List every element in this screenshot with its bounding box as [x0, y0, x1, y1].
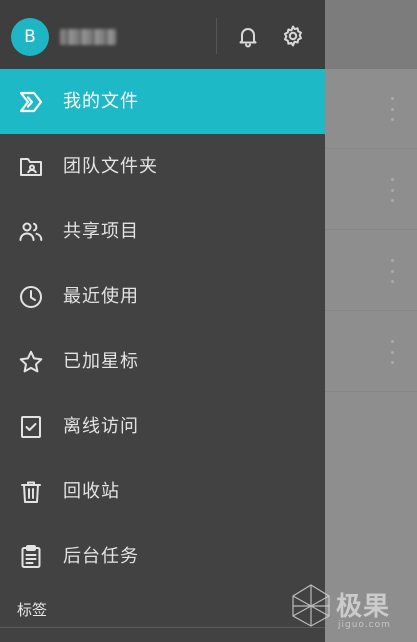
watermark-logo: 极果 jiguo.com — [288, 582, 408, 634]
watermark-subtext: jiguo.com — [338, 620, 391, 630]
settings-button[interactable] — [281, 24, 305, 48]
nav-item-label: 离线访问 — [63, 416, 139, 437]
row-more-icon[interactable] — [389, 259, 395, 283]
nav-item-label: 后台任务 — [63, 546, 139, 567]
notifications-button[interactable] — [236, 24, 260, 48]
header-divider — [216, 18, 217, 54]
watermark-text: 极果 — [336, 592, 391, 622]
row-more-icon[interactable] — [389, 97, 395, 121]
nav-item-label: 回收站 — [63, 481, 120, 502]
nav-item-starred[interactable]: 已加星标 — [0, 329, 325, 394]
background-list-row[interactable] — [325, 150, 417, 230]
nav-item-team-folder[interactable]: 团队文件夹 — [0, 134, 325, 199]
row-more-icon[interactable] — [389, 340, 395, 364]
nav-item-label: 最近使用 — [63, 286, 139, 307]
trash-icon — [21, 481, 41, 503]
bell-icon — [239, 28, 257, 48]
nav-item-offline[interactable]: 离线访问 — [0, 394, 325, 459]
team-folder-icon — [20, 158, 42, 176]
nav-item-label: 我的文件 — [63, 91, 139, 112]
nav-item-recent[interactable]: 最近使用 — [0, 264, 325, 329]
nav-item-shared[interactable]: 共享项目 — [0, 199, 325, 264]
my-files-icon — [19, 91, 43, 113]
background-toolbar — [325, 0, 417, 69]
nav-item-background-tasks[interactable]: 后台任务 — [0, 524, 325, 589]
navigation-drawer: B 我的文件 团队文件夹 共享项目 最近使用 已加星标 离线访问 回收站 后台任… — [0, 0, 325, 642]
row-more-icon[interactable] — [389, 178, 395, 202]
nav-item-label: 团队文件夹 — [63, 156, 158, 177]
divider — [0, 627, 325, 628]
nav-item-my-files[interactable]: 我的文件 — [0, 69, 325, 134]
tags-section-heading: 标签 — [17, 601, 48, 619]
star-icon — [19, 350, 43, 373]
account-name-blurred[interactable] — [60, 29, 116, 45]
clock-icon — [20, 286, 42, 308]
nav-item-label: 已加星标 — [63, 351, 139, 372]
offline-checklist-icon — [21, 416, 41, 438]
background-list-row[interactable] — [325, 231, 417, 311]
avatar[interactable]: B — [11, 18, 49, 56]
drawer-header: B — [0, 0, 325, 69]
watermark-icon — [292, 584, 330, 627]
gear-icon — [284, 25, 302, 47]
nav-item-trash[interactable]: 回收站 — [0, 459, 325, 524]
shared-people-icon — [19, 222, 43, 241]
nav-item-label: 共享项目 — [63, 221, 139, 242]
clipboard-icon — [21, 545, 41, 568]
background-list-row[interactable] — [325, 312, 417, 392]
background-list-row[interactable] — [325, 69, 417, 149]
